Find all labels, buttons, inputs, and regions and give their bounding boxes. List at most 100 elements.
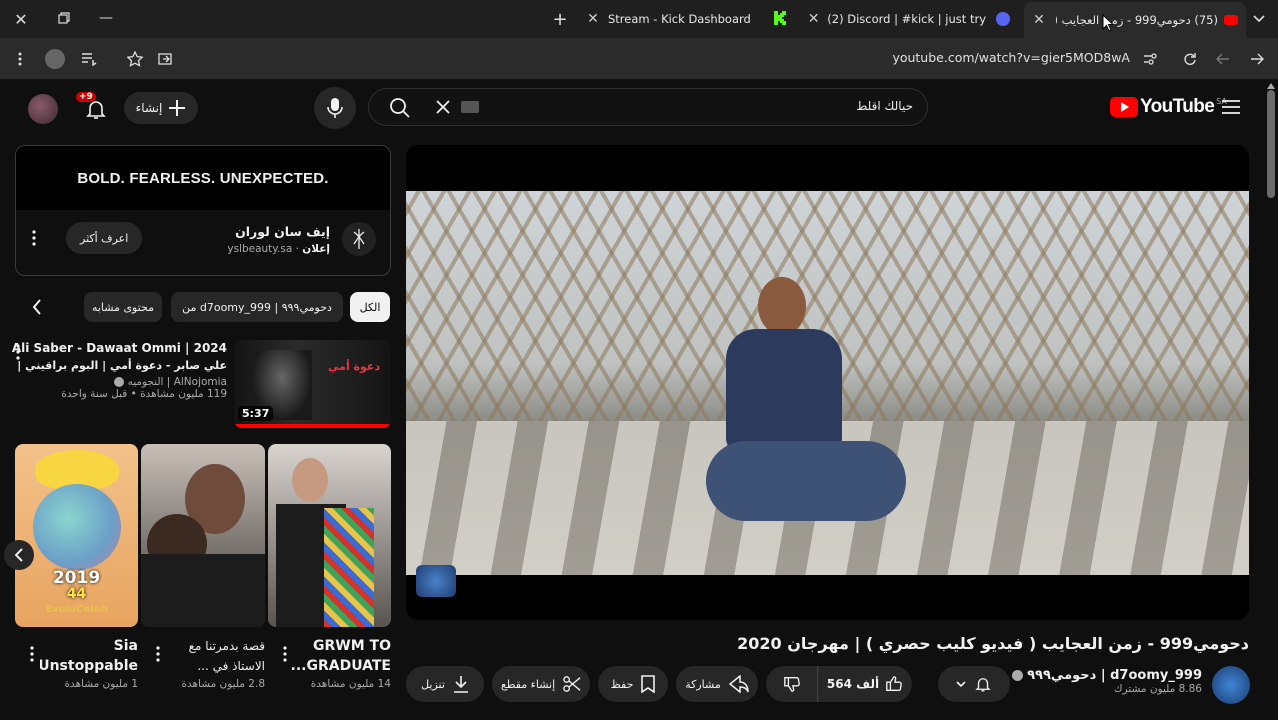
close-tab-icon[interactable]: ✕	[1030, 11, 1048, 29]
reload-icon[interactable]	[1181, 50, 1199, 68]
ad-menu-dots-icon[interactable]	[30, 226, 38, 250]
notifications-bell-icon[interactable]: +9	[76, 92, 110, 122]
channel-name: d7oomy_999 | دحومي٩٩٩	[1027, 668, 1202, 683]
minimize-window-icon[interactable]: —	[98, 10, 114, 26]
install-app-icon[interactable]	[156, 50, 174, 68]
account-avatar[interactable]	[28, 94, 58, 124]
save-label: حفظ	[610, 677, 634, 691]
close-window-icon[interactable]: ✕	[12, 10, 30, 29]
channel-info[interactable]: d7oomy_999 | دحومي٩٩٩ 8.86 مليون مشترك	[1010, 668, 1202, 695]
clip-button[interactable]: إنشاء مقطع	[492, 666, 590, 702]
thumbs-up-icon	[886, 676, 902, 691]
video-title: دحومي999 - زمن العجايب ( فيديو كليب حصري…	[737, 634, 1249, 653]
dislike-button[interactable]	[766, 666, 818, 702]
chip-label: من d7oomy_999 | دحومي٩٩٩	[182, 300, 332, 314]
save-button[interactable]: حفظ	[598, 666, 668, 702]
forward-arrow-icon[interactable]	[1248, 50, 1266, 68]
short-views: 14 مليون مشاهدة	[310, 678, 391, 690]
download-button[interactable]: تنزيل	[406, 666, 484, 702]
close-tab-icon[interactable]: ✕	[806, 10, 821, 28]
ysl-logo[interactable]	[342, 222, 376, 256]
menu-dots-icon[interactable]	[12, 50, 28, 68]
site-settings-icon[interactable]	[1141, 50, 1159, 68]
channel-avatar[interactable]	[1212, 666, 1250, 704]
thumbnail-year: 2019	[52, 568, 101, 588]
tab-kick-dashboard[interactable]: ✕ Stream - Kick Dashboard	[584, 4, 786, 34]
chip-all[interactable]: الكل	[350, 292, 390, 322]
bookmark-star-icon[interactable]	[126, 50, 144, 68]
page-scrollbar[interactable]	[1267, 90, 1275, 198]
ad-sponsored-label: إعلان	[302, 243, 330, 255]
share-icon	[728, 675, 749, 693]
url-text[interactable]: youtube.com/watch?v=gier5MOD8wA	[700, 50, 1130, 65]
bell-icon	[975, 678, 991, 692]
bookmark-icon	[641, 675, 656, 693]
channel-watermark-icon[interactable]	[416, 565, 456, 597]
short-thumbnail-sia[interactable]: 2019 44 EvoluCeleb	[15, 444, 138, 627]
kick-icon	[774, 11, 786, 25]
short-title-line2: الاستاذ في ...	[197, 659, 265, 673]
close-tab-icon[interactable]: ✕	[584, 10, 602, 28]
tab-discord[interactable]: ✕ (2) Discord | #kick | just try	[806, 4, 1010, 34]
short-title: Sia	[113, 638, 138, 654]
short-menu-dots-icon[interactable]	[28, 644, 36, 664]
chip-label: الكل	[359, 300, 381, 314]
ad-domain: yslbeauty.sa	[227, 243, 293, 255]
clear-search-icon[interactable]	[435, 99, 451, 115]
short-menu-dots-icon[interactable]	[281, 644, 289, 664]
tab-youtube-active[interactable]: ✕ (75) دحومي999 - زمن العجايب (	[1024, 2, 1246, 38]
like-button[interactable]: 564 ألف	[818, 666, 912, 702]
chip-related[interactable]: محتوى مشابه	[84, 292, 162, 322]
ad-banner-text: BOLD. FEARLESS. UNEXPECTED.	[77, 169, 329, 187]
chevron-down-icon	[956, 681, 966, 687]
short-menu-dots-icon[interactable]	[154, 644, 162, 664]
search-box[interactable]: حيالك اقلط	[368, 88, 928, 126]
video-duration: 5:37	[238, 406, 274, 421]
thumbnail-brand: EvoluCeleb	[45, 604, 108, 615]
video-title-line2: علي صابر - دعوة أمي | البوم براقيني |	[17, 359, 227, 372]
profile-avatar[interactable]	[45, 49, 65, 69]
search-icon[interactable]	[389, 97, 411, 119]
youtube-logo[interactable]: YouTube SA	[1110, 96, 1227, 118]
ad-advertiser-name: إيف سان لوران	[235, 224, 330, 239]
create-button[interactable]: إنشاء	[124, 92, 198, 124]
back-arrow-icon[interactable]	[1214, 50, 1232, 68]
short-info-3[interactable]: GRWM TO GRADUATE... 14 مليون مشاهدة	[291, 636, 392, 690]
keyboard-icon[interactable]	[461, 101, 479, 113]
share-label: مشاركة	[685, 677, 721, 691]
create-label: إنشاء	[135, 101, 163, 115]
chip-from-channel[interactable]: من d7oomy_999 | دحومي٩٩٩	[171, 292, 343, 322]
search-input[interactable]: حيالك اقلط	[713, 99, 913, 113]
voice-search-button[interactable]	[314, 87, 356, 129]
watch-progress-bar	[234, 424, 391, 428]
restore-window-icon[interactable]	[56, 10, 72, 26]
subscription-bell-button[interactable]	[938, 666, 1010, 702]
tab-label: (75) دحومي999 - زمن العجايب (	[1056, 13, 1218, 27]
chip-label: محتوى مشابه	[91, 300, 155, 314]
person-head	[758, 277, 806, 335]
short-info-2[interactable]: قصة بدمرتنا مع الاستاذ في ... 2.8 مليون …	[166, 636, 265, 690]
channel-name: AlNojomia | النجوميه	[127, 376, 227, 388]
short-info-1[interactable]: Sia Unstoppable... 1 مليون مشاهدة	[40, 636, 138, 690]
sponsored-ad-card[interactable]: BOLD. FEARLESS. UNEXPECTED. اعرف أكثر إي…	[15, 145, 391, 276]
chips-scroll-left-icon[interactable]	[28, 298, 46, 316]
reading-list-icon[interactable]	[80, 50, 98, 68]
video-player[interactable]	[406, 145, 1249, 620]
recommended-video-info[interactable]: Ali Saber - Dawaat Ommi | 2024 علي صابر …	[12, 340, 227, 400]
new-tab-icon[interactable]: +	[551, 9, 569, 30]
recommended-thumbnail[interactable]: دعوة أمي 5:37	[234, 340, 391, 428]
person-legs	[706, 441, 906, 521]
short-thumbnail-graduate[interactable]	[268, 444, 391, 627]
short-title: قصة بدمرتنا مع	[188, 639, 265, 653]
microphone-icon	[327, 98, 343, 118]
thumbnail-number: 44	[66, 586, 87, 602]
address-bar: youtube.com/watch?v=gier5MOD8wA	[0, 38, 1278, 80]
share-button[interactable]: مشاركة	[676, 666, 758, 702]
shorts-scroll-left-icon[interactable]	[4, 540, 34, 570]
scrollbar-up-arrow-icon[interactable]	[1266, 82, 1276, 90]
tab-search-chevron-icon[interactable]	[1250, 10, 1268, 28]
ad-banner[interactable]: BOLD. FEARLESS. UNEXPECTED.	[16, 146, 390, 210]
short-thumbnail-2[interactable]	[141, 444, 265, 627]
hamburger-menu-icon[interactable]	[1222, 100, 1240, 114]
short-views: 2.8 مليون مشاهدة	[181, 678, 265, 690]
